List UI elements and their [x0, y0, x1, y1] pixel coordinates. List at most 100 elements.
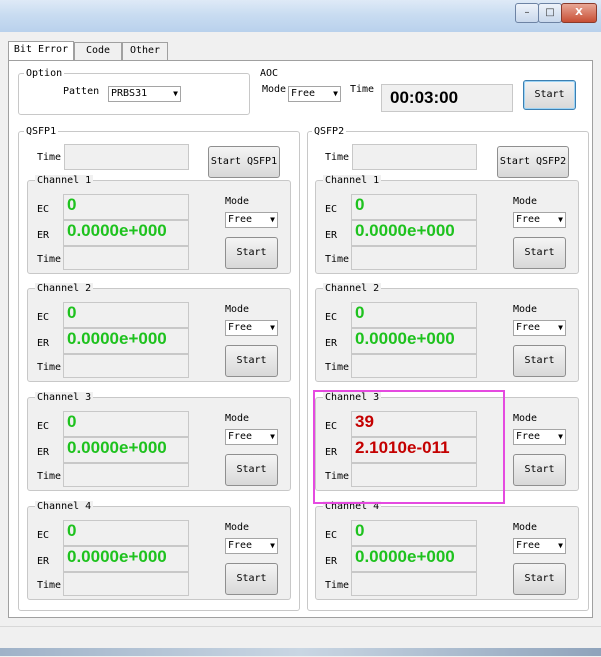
qsfp2-time-field	[352, 144, 477, 170]
channel-time-field	[63, 572, 189, 596]
channel-time-field	[63, 246, 189, 270]
chevron-down-icon: ▼	[270, 215, 275, 224]
ec-label: EC	[37, 204, 50, 215]
channel-time-label: Time	[37, 254, 62, 265]
channel-mode-select[interactable]: Free ▼	[225, 429, 278, 445]
error-highlight-box	[313, 390, 505, 504]
channel-mode-select[interactable]: Free ▼	[513, 538, 566, 554]
channel-start-button[interactable]: Start	[513, 237, 566, 269]
channel-label: Channel 1	[323, 175, 382, 187]
channel-mode-value: Free	[516, 214, 541, 225]
ec-field	[63, 194, 189, 220]
channel-time-field	[63, 354, 189, 378]
channel-mode-value: Free	[228, 431, 253, 442]
aoc-mode-select[interactable]: Free ▼	[288, 86, 341, 102]
ec-field	[63, 520, 189, 546]
ec-value: 0	[67, 412, 77, 431]
channel-time-label: Time	[325, 362, 350, 373]
tab-other[interactable]: Other	[122, 42, 168, 60]
title-bar: – □ X	[0, 0, 601, 32]
channel-time-label: Time	[325, 254, 350, 265]
channel-start-button[interactable]: Start	[225, 454, 278, 486]
channel-start-button[interactable]: Start	[225, 563, 278, 595]
channel-mode-label: Mode	[225, 522, 250, 533]
er-label: ER	[37, 556, 50, 567]
channel-time-label: Time	[37, 580, 62, 591]
channel-mode-value: Free	[516, 322, 541, 333]
aoc-timer-value: 00:03:00	[390, 88, 459, 107]
ec-value: 0	[67, 521, 77, 540]
er-label: ER	[37, 447, 50, 458]
channel-mode-value: Free	[228, 540, 253, 551]
channel-label: Channel 4	[35, 501, 94, 513]
er-value: 0.0000e+000	[355, 221, 455, 240]
aoc-time-label: Time	[350, 84, 375, 95]
channel-time-field	[351, 354, 477, 378]
er-value: 0.0000e+000	[67, 438, 167, 457]
channel-mode-select[interactable]: Free ▼	[225, 212, 278, 228]
ec-field	[351, 194, 477, 220]
ec-label: EC	[325, 530, 338, 541]
channel-start-button[interactable]: Start	[225, 345, 278, 377]
ec-field	[351, 520, 477, 546]
channel-mode-label: Mode	[513, 522, 538, 533]
channel-start-button[interactable]: Start	[225, 237, 278, 269]
er-label: ER	[37, 338, 50, 349]
ec-value: 0	[355, 303, 365, 322]
close-button[interactable]: X	[561, 3, 597, 23]
channel-mode-value: Free	[228, 322, 253, 333]
channel-time-field	[351, 246, 477, 270]
tab-bit-error[interactable]: Bit Error	[8, 41, 74, 60]
ec-label: EC	[325, 204, 338, 215]
aoc-mode-value: Free	[291, 88, 316, 99]
channel-start-button[interactable]: Start	[513, 345, 566, 377]
pattern-select[interactable]: PRBS31 ▼	[108, 86, 181, 102]
channel-mode-select[interactable]: Free ▼	[513, 320, 566, 336]
channel-time-field	[351, 572, 477, 596]
channel-label: Channel 3	[35, 392, 94, 404]
channel-start-button[interactable]: Start	[513, 454, 566, 486]
qsfp1-time-field	[64, 144, 189, 170]
er-value: 0.0000e+000	[67, 547, 167, 566]
channel-mode-value: Free	[228, 214, 253, 225]
channel-time-label: Time	[37, 471, 62, 482]
chevron-down-icon: ▼	[558, 323, 563, 332]
channel-time-label: Time	[325, 580, 350, 591]
er-value: 0.0000e+000	[355, 547, 455, 566]
ec-field	[63, 411, 189, 437]
er-label: ER	[325, 230, 338, 241]
chevron-down-icon: ▼	[558, 432, 563, 441]
channel-mode-select[interactable]: Free ▼	[225, 320, 278, 336]
channel-mode-value: Free	[516, 431, 541, 442]
aoc-mode-label: Mode	[262, 84, 287, 95]
ec-label: EC	[37, 421, 50, 432]
chevron-down-icon: ▼	[270, 432, 275, 441]
ec-label: EC	[325, 312, 338, 323]
ec-field	[351, 302, 477, 328]
channel-start-button[interactable]: Start	[513, 563, 566, 595]
er-label: ER	[325, 338, 338, 349]
er-value: 0.0000e+000	[355, 329, 455, 348]
ec-value: 0	[67, 195, 77, 214]
aoc-start-button[interactable]: Start	[523, 80, 576, 110]
channel-mode-label: Mode	[513, 413, 538, 424]
start-qsfp1-button[interactable]: Start QSFP1	[208, 146, 280, 178]
channel-mode-select[interactable]: Free ▼	[513, 212, 566, 228]
channel-mode-value: Free	[516, 540, 541, 551]
tab-code[interactable]: Code	[74, 42, 122, 60]
start-qsfp2-button[interactable]: Start QSFP2	[497, 146, 569, 178]
channel-mode-select[interactable]: Free ▼	[513, 429, 566, 445]
pattern-select-value: PRBS31	[111, 88, 148, 99]
qsfp1-time-label: Time	[37, 152, 62, 163]
channel-label: Channel 2	[323, 283, 382, 295]
ec-value: 0	[355, 195, 365, 214]
maximize-button[interactable]: □	[538, 3, 562, 23]
channel-mode-select[interactable]: Free ▼	[225, 538, 278, 554]
chevron-down-icon: ▼	[333, 89, 338, 98]
channel-label: Channel 2	[35, 283, 94, 295]
taskbar-strip	[0, 648, 601, 656]
minimize-button[interactable]: –	[515, 3, 539, 23]
pattern-label: Patten	[63, 86, 100, 97]
chevron-down-icon: ▼	[270, 323, 275, 332]
chevron-down-icon: ▼	[173, 89, 178, 98]
